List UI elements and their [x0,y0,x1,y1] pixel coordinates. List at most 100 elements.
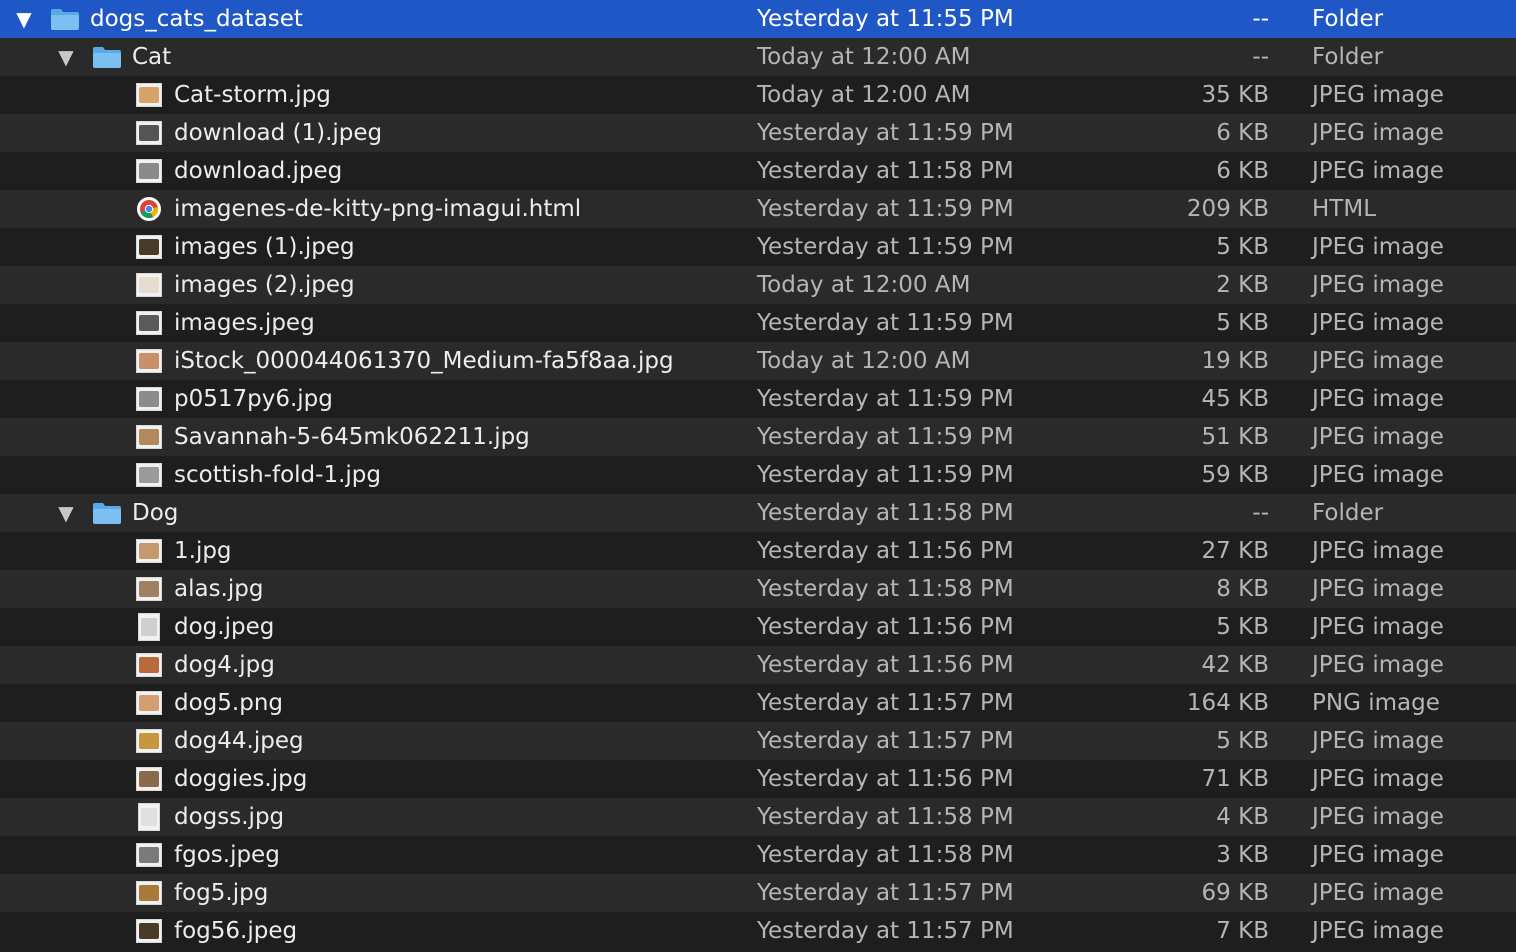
file-size: 5 KB [1216,728,1269,754]
file-row[interactable]: Cat-storm.jpg Today at 12:00 AM 35 KB JPEG … [0,76,1516,114]
file-kind: JPEG image [1312,348,1444,374]
folder-row[interactable]: ▼ Dog Yesterday at 11:58 PM -- Folder [0,494,1516,532]
file-name: Cat-storm.jpg [174,82,331,108]
file-list: ▼ dogs_cats_dataset Yesterday at 11:55 PM -… [0,0,1516,950]
file-row[interactable]: doggies.jpg Yesterday at 11:56 PM 71 KB JPE… [0,760,1516,798]
file-row[interactable]: images (1).jpeg Yesterday at 11:59 PM 5 KB… [0,228,1516,266]
file-name: 1.jpg [174,538,232,564]
file-row[interactable]: fog5.jpg Yesterday at 11:57 PM 69 KB JPEG i… [0,874,1516,912]
date-modified: Yesterday at 11:57 PM [757,690,1014,716]
image-thumbnail-icon [134,729,164,753]
image-thumbnail-icon [134,387,164,411]
folder-icon [92,501,122,525]
file-name: fog56.jpeg [174,918,298,944]
date-modified: Today at 12:00 AM [757,348,971,374]
file-kind: Folder [1312,500,1384,526]
file-kind: JPEG image [1312,576,1444,602]
file-size: 5 KB [1216,614,1269,640]
file-size: 164 KB [1186,690,1269,716]
file-size: 42 KB [1201,652,1269,678]
image-thumbnail-icon [134,613,164,641]
date-modified: Yesterday at 11:58 PM [757,842,1014,868]
file-row[interactable]: scottish-fold-1.jpg Yesterday at 11:59 PM… [0,456,1516,494]
date-modified: Yesterday at 11:57 PM [757,918,1014,944]
image-thumbnail-icon [134,843,164,867]
date-modified: Yesterday at 11:59 PM [757,424,1014,450]
file-kind: JPEG image [1312,462,1444,488]
image-thumbnail-icon [134,767,164,791]
file-row[interactable]: 1.jpg Yesterday at 11:56 PM 27 KB JPEG imag… [0,532,1516,570]
file-kind: HTML [1312,196,1377,222]
file-size: 5 KB [1216,310,1269,336]
file-row[interactable]: download.jpeg Yesterday at 11:58 PM 6 KB JP… [0,152,1516,190]
file-row[interactable]: fog56.jpeg Yesterday at 11:57 PM 7 KB JPEG … [0,912,1516,950]
file-kind: Folder [1312,6,1384,32]
file-name: dog5.png [174,690,283,716]
file-kind: JPEG image [1312,766,1444,792]
file-size: 19 KB [1201,348,1269,374]
file-kind: JPEG image [1312,880,1444,906]
file-row[interactable]: iStock_000044061370_Medium-fa5f8aa.jpg To… [0,342,1516,380]
image-thumbnail-icon [134,273,164,297]
file-row[interactable]: imagenes-de-kitty-png-imagui.html Yesterd… [0,190,1516,228]
file-size: 27 KB [1201,538,1269,564]
file-name: dog.jpeg [174,614,275,640]
file-row[interactable]: dogss.jpg Yesterday at 11:58 PM 4 KB JPEG i… [0,798,1516,836]
date-modified: Yesterday at 11:55 PM [757,6,1014,32]
disclosure-triangle-icon[interactable]: ▼ [56,494,76,532]
file-kind: JPEG image [1312,918,1444,944]
file-size: 4 KB [1216,804,1269,830]
file-row[interactable]: download (1).jpeg Yesterday at 11:59 PM 6 … [0,114,1516,152]
file-kind: JPEG image [1312,310,1444,336]
file-size: 59 KB [1201,462,1269,488]
file-row[interactable]: p0517py6.jpg Yesterday at 11:59 PM 45 KB JP… [0,380,1516,418]
image-thumbnail-icon [134,803,164,831]
file-name: dogss.jpg [174,804,285,830]
file-row[interactable]: dog.jpeg Yesterday at 11:56 PM 5 KB JPEG im… [0,608,1516,646]
disclosure-triangle-icon[interactable]: ▼ [56,38,76,76]
date-modified: Yesterday at 11:59 PM [757,386,1014,412]
file-size: 69 KB [1201,880,1269,906]
file-size: -- [1252,6,1269,32]
date-modified: Yesterday at 11:56 PM [757,652,1014,678]
file-row[interactable]: fgos.jpeg Yesterday at 11:58 PM 3 KB JPEG i… [0,836,1516,874]
image-thumbnail-icon [134,311,164,335]
file-kind: JPEG image [1312,614,1444,640]
date-modified: Yesterday at 11:59 PM [757,120,1014,146]
file-size: 209 KB [1186,196,1269,222]
file-row[interactable]: images.jpeg Yesterday at 11:59 PM 5 KB JPEG… [0,304,1516,342]
file-row[interactable]: images (2).jpeg Today at 12:00 AM 2 KB JPEG… [0,266,1516,304]
file-kind: JPEG image [1312,82,1444,108]
folder-row[interactable]: ▼ dogs_cats_dataset Yesterday at 11:55 PM -… [0,0,1516,38]
file-kind: JPEG image [1312,424,1444,450]
folder-row[interactable]: ▼ Cat Today at 12:00 AM -- Folder [0,38,1516,76]
file-size: 8 KB [1216,576,1269,602]
date-modified: Yesterday at 11:58 PM [757,576,1014,602]
date-modified: Yesterday at 11:57 PM [757,728,1014,754]
file-row[interactable]: dog44.jpeg Yesterday at 11:57 PM 5 KB JPEG … [0,722,1516,760]
image-thumbnail-icon [134,881,164,905]
folder-icon [92,45,122,69]
file-kind: JPEG image [1312,158,1444,184]
disclosure-triangle-icon[interactable]: ▼ [14,0,34,38]
file-row[interactable]: dog4.jpg Yesterday at 11:56 PM 42 KB JPEG i… [0,646,1516,684]
date-modified: Yesterday at 11:58 PM [757,158,1014,184]
file-row[interactable]: Savannah-5-645mk062211.jpg Yesterday at 1… [0,418,1516,456]
file-name: fog5.jpg [174,880,269,906]
file-name: imagenes-de-kitty-png-imagui.html [174,196,582,222]
file-size: 7 KB [1216,918,1269,944]
date-modified: Yesterday at 11:58 PM [757,500,1014,526]
file-row[interactable]: alas.jpg Yesterday at 11:58 PM 8 KB JPEG im… [0,570,1516,608]
file-name: download (1).jpeg [174,120,383,146]
file-size: 6 KB [1216,158,1269,184]
file-size: 51 KB [1201,424,1269,450]
file-size: 3 KB [1216,842,1269,868]
file-size: 45 KB [1201,386,1269,412]
file-row[interactable]: dog5.png Yesterday at 11:57 PM 164 KB PNG i… [0,684,1516,722]
file-name: p0517py6.jpg [174,386,333,412]
file-name: fgos.jpeg [174,842,280,868]
image-thumbnail-icon [134,235,164,259]
file-name: images (1).jpeg [174,234,355,260]
image-thumbnail-icon [134,919,164,943]
file-name: dog4.jpg [174,652,275,678]
